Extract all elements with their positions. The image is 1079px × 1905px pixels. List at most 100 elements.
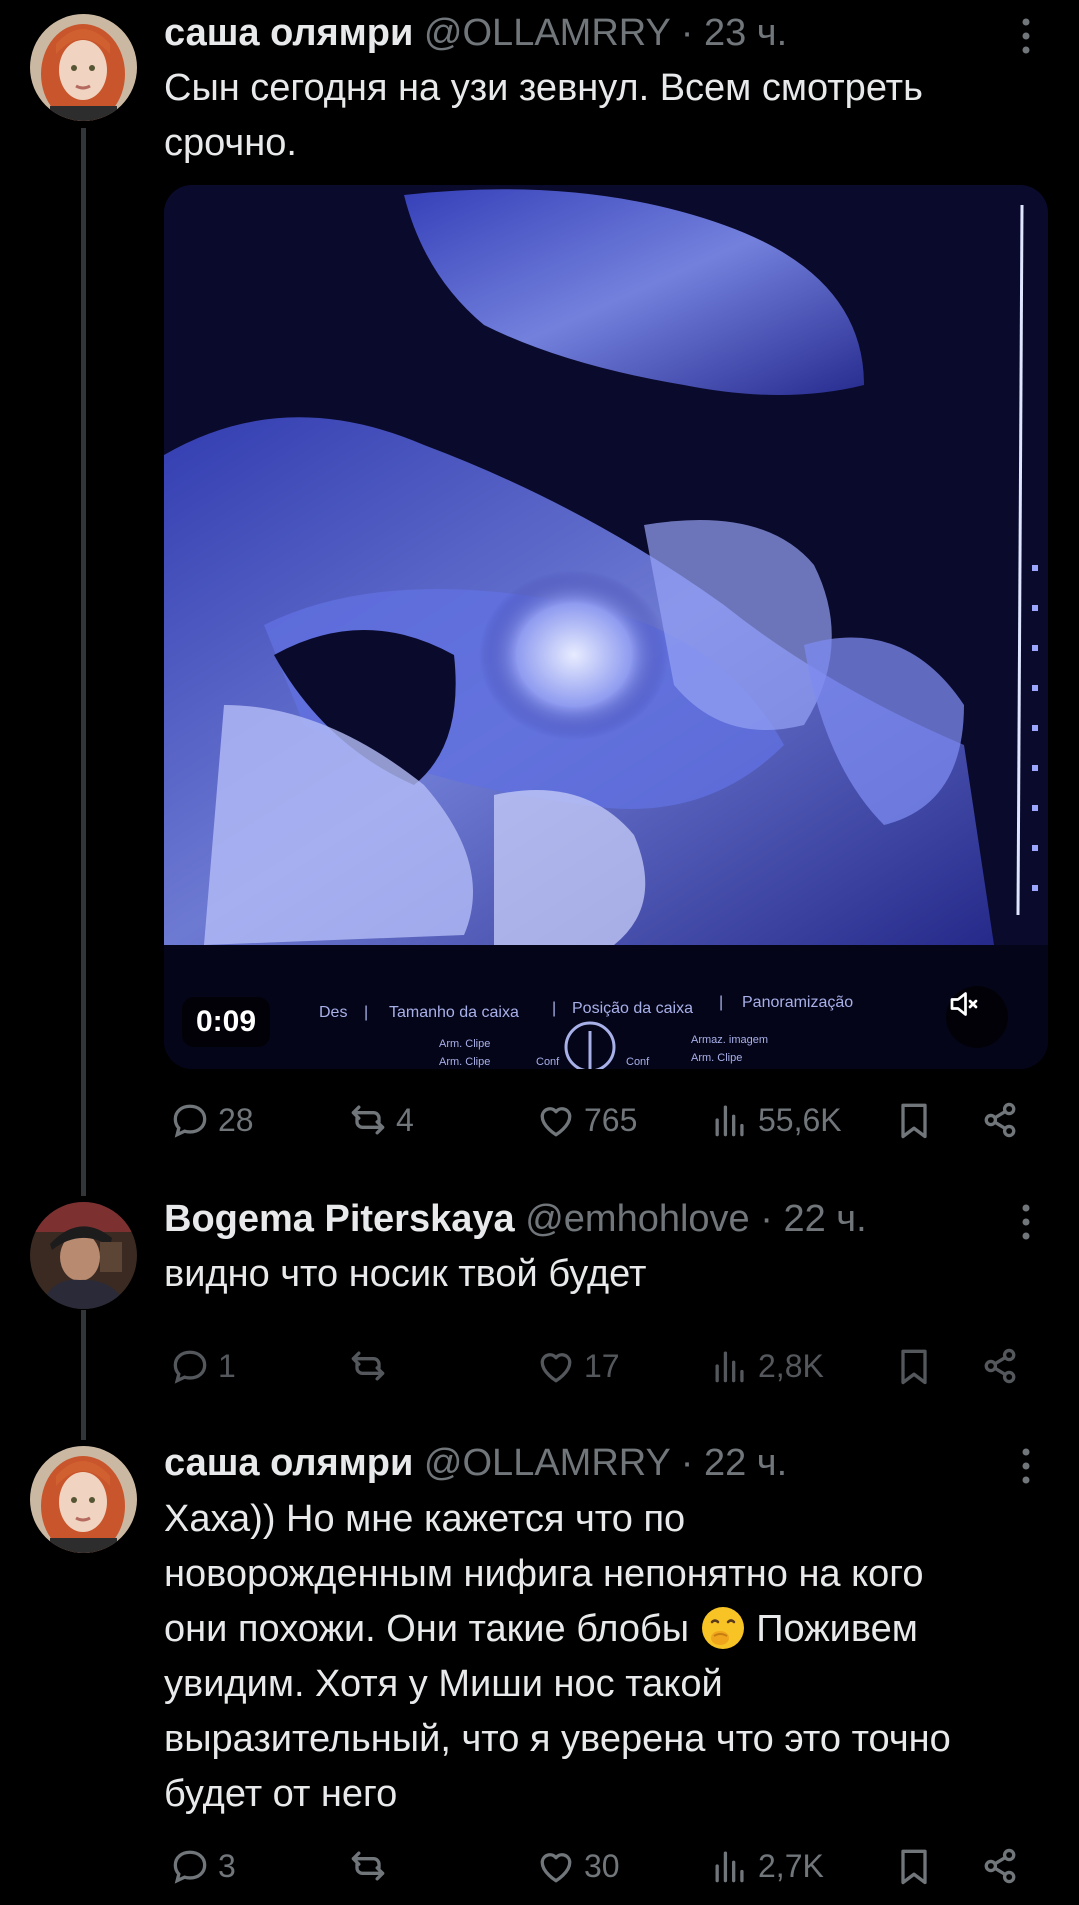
avatar[interactable] bbox=[30, 1446, 137, 1553]
video-overlay-text: | bbox=[719, 994, 723, 1011]
video-overlay-text: | bbox=[552, 1000, 556, 1017]
avatar[interactable] bbox=[30, 14, 137, 121]
mute-icon bbox=[950, 992, 978, 1016]
author-handle[interactable]: @OLLAMRRY bbox=[424, 12, 670, 54]
repost-icon bbox=[351, 1851, 385, 1881]
repost-button[interactable] bbox=[346, 1844, 396, 1888]
separator: · bbox=[760, 1198, 773, 1240]
share-icon bbox=[984, 1102, 1016, 1138]
repost-count: 4 bbox=[396, 1101, 414, 1138]
post-header: саша олямри @OLLAMRRY · 23 ч. bbox=[164, 10, 787, 56]
heart-icon bbox=[540, 1107, 572, 1137]
video-overlay-text: Armaz. imagem bbox=[691, 1034, 768, 1046]
views-button[interactable]: 2,8K bbox=[708, 1344, 824, 1388]
reply-count: 3 bbox=[218, 1847, 236, 1884]
author-name[interactable]: саша олямри bbox=[164, 12, 413, 54]
post-text: видно что носик твой будет bbox=[164, 1247, 1044, 1302]
author-handle[interactable]: @emhohlove bbox=[525, 1198, 749, 1240]
views-count: 2,8K bbox=[758, 1347, 824, 1384]
separator: · bbox=[680, 1442, 694, 1484]
video-overlay-text: Conf bbox=[626, 1056, 650, 1068]
more-icon bbox=[1022, 18, 1030, 54]
more-icon bbox=[1022, 1448, 1030, 1484]
heart-icon bbox=[540, 1853, 572, 1883]
post-text-line: новорожденным нифига непонятно на кого bbox=[164, 1553, 924, 1595]
share-button[interactable] bbox=[978, 1844, 1022, 1888]
like-button[interactable]: 765 bbox=[534, 1098, 637, 1142]
reply-button[interactable]: 28 bbox=[168, 1098, 254, 1142]
share-button[interactable] bbox=[978, 1344, 1022, 1388]
post-text-line: они похожи. Они такие блобы Поживем bbox=[164, 1602, 1044, 1657]
share-icon bbox=[984, 1348, 1016, 1384]
video-overlay-text: Tamanho da caixa bbox=[389, 1004, 519, 1021]
post-text-line: видно что носик твой будет bbox=[164, 1253, 647, 1295]
reply-count: 28 bbox=[218, 1101, 254, 1138]
mute-button[interactable] bbox=[946, 986, 1008, 1048]
bookmark-icon bbox=[901, 1103, 927, 1139]
views-icon bbox=[715, 1105, 744, 1137]
video-overlay-text: Posição da caixa bbox=[572, 1000, 693, 1017]
more-button[interactable] bbox=[1016, 1446, 1036, 1486]
more-button[interactable] bbox=[1016, 1202, 1036, 1242]
thread-line bbox=[81, 1310, 86, 1440]
post-time[interactable]: 22 ч. bbox=[704, 1442, 787, 1484]
bookmark-button[interactable] bbox=[892, 1844, 936, 1888]
bookmark-icon bbox=[901, 1349, 927, 1385]
like-button[interactable]: 17 bbox=[534, 1344, 620, 1388]
reply-icon bbox=[173, 1350, 207, 1384]
more-button[interactable] bbox=[1016, 16, 1036, 56]
post-text: Хаха)) Но мне кажется что по новорожденн… bbox=[164, 1492, 1044, 1822]
video-overlay-text: Arm. Clipe bbox=[439, 1038, 490, 1050]
bookmark-icon bbox=[901, 1849, 927, 1885]
post-text-line: увидим. Хотя у Миши нос такой bbox=[164, 1663, 723, 1705]
bookmark-button[interactable] bbox=[892, 1344, 936, 1388]
views-count: 55,6K bbox=[758, 1101, 842, 1138]
post-text-line: срочно. bbox=[164, 122, 297, 164]
repost-button[interactable] bbox=[346, 1344, 396, 1388]
author-handle[interactable]: @OLLAMRRY bbox=[424, 1442, 670, 1484]
separator: · bbox=[680, 12, 694, 54]
avatar[interactable] bbox=[30, 1202, 137, 1309]
shushing-face-emoji-icon bbox=[701, 1607, 744, 1649]
repost-button[interactable]: 4 bbox=[346, 1098, 414, 1142]
repost-icon bbox=[351, 1105, 385, 1135]
post-text-line: Сын сегодня на узи зевнул. Всем смотреть bbox=[164, 67, 923, 109]
video-overlay-text: Conf bbox=[536, 1056, 560, 1068]
post-header: саша олямри @OLLAMRRY · 22 ч. bbox=[164, 1440, 787, 1486]
post-text: Сын сегодня на узи зевнул. Всем смотреть… bbox=[164, 61, 1044, 171]
post-time[interactable]: 22 ч. bbox=[783, 1198, 866, 1240]
post-time[interactable]: 23 ч. bbox=[704, 12, 787, 54]
like-count: 17 bbox=[584, 1347, 620, 1384]
reply-icon bbox=[173, 1104, 207, 1138]
video-overlay-text: Panoramização bbox=[742, 994, 853, 1011]
views-button[interactable]: 2,7K bbox=[708, 1844, 824, 1888]
action-bar: 28 4 765 55,6K bbox=[164, 1098, 1044, 1148]
video-player[interactable]: Des | Tamanho da caixa | Posição da caix… bbox=[164, 185, 1048, 1069]
action-bar: 1 17 2,8K bbox=[164, 1344, 1044, 1394]
like-count: 30 bbox=[584, 1847, 620, 1884]
views-button[interactable]: 55,6K bbox=[708, 1098, 842, 1142]
video-overlay-text: Arm. Clipe bbox=[439, 1056, 490, 1068]
video-overlay-text: | bbox=[364, 1004, 368, 1021]
post-text-line: будет от него bbox=[164, 1773, 398, 1815]
ultrasound-image: Des | Tamanho da caixa | Posição da caix… bbox=[164, 185, 1048, 1069]
reply-count: 1 bbox=[218, 1347, 236, 1384]
post-text-fragment: Поживем bbox=[745, 1608, 918, 1650]
post-text-line: выразительный, что я уверена что это точ… bbox=[164, 1718, 951, 1760]
post-header: Bogema Piterskaya @emhohlove · 22 ч. bbox=[164, 1196, 867, 1242]
share-icon bbox=[984, 1848, 1016, 1884]
like-count: 765 bbox=[584, 1101, 638, 1138]
video-overlay-text: Des bbox=[319, 1004, 347, 1021]
like-button[interactable]: 30 bbox=[534, 1844, 620, 1888]
author-name[interactable]: Bogema Piterskaya bbox=[164, 1198, 515, 1240]
heart-icon bbox=[540, 1353, 572, 1383]
reply-button[interactable]: 1 bbox=[168, 1344, 236, 1388]
author-name[interactable]: саша олямри bbox=[164, 1442, 413, 1484]
bookmark-button[interactable] bbox=[892, 1098, 936, 1142]
reply-button[interactable]: 3 bbox=[168, 1844, 236, 1888]
more-icon bbox=[1022, 1204, 1030, 1240]
post-text-fragment: они похожи. Они такие блобы bbox=[164, 1608, 690, 1650]
share-button[interactable] bbox=[978, 1098, 1022, 1142]
repost-icon bbox=[351, 1351, 385, 1381]
video-overlay-text: Arm. Clipe bbox=[691, 1052, 742, 1064]
